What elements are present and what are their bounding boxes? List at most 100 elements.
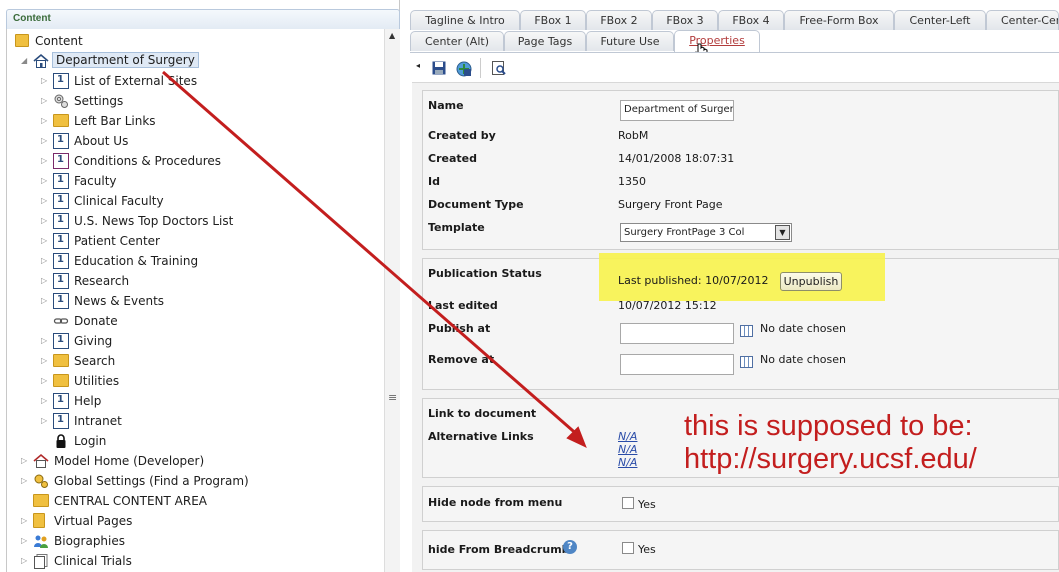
chevron-down-icon[interactable]: ▼ [775, 225, 790, 240]
created-value: 14/01/2008 18:07:31 [618, 152, 735, 165]
tree-node-conditions-procedures[interactable]: ▷ Conditions & Procedures [41, 151, 361, 171]
publish-at-input[interactable] [620, 323, 734, 344]
tab-center-center[interactable]: Center-Cen [986, 10, 1059, 30]
save-icon[interactable] [432, 61, 446, 75]
tree-node-model-home[interactable]: ▷ Model Home (Developer) [21, 451, 361, 471]
hide-from-menu-checkbox[interactable] [622, 497, 634, 509]
tab-center-left[interactable]: Center-Left [894, 10, 986, 30]
tree-node-help[interactable]: ▷ Help [41, 391, 361, 411]
tree-node-label: Conditions & Procedures [74, 154, 222, 168]
tree-node-patient-center[interactable]: ▷ Patient Center [41, 231, 361, 251]
tab-free-form-box[interactable]: Free-Form Box [784, 10, 894, 30]
tree-node-label: Intranet [74, 414, 122, 428]
tab-fbox-4[interactable]: FBox 4 [718, 10, 784, 30]
document-icon [53, 173, 69, 189]
tab-fbox-2[interactable]: FBox 2 [586, 10, 652, 30]
editor-toolbar: ◂ [410, 52, 1059, 82]
tree-node-login[interactable]: Login [41, 431, 361, 451]
hide-from-breadcrumb-yes-label: Yes [638, 543, 656, 556]
expand-arrow-icon[interactable]: ▷ [41, 276, 49, 286]
alternative-link[interactable]: N/A [618, 456, 637, 469]
tree-node-label: Department of Surgery [52, 52, 199, 68]
tree-node-settings[interactable]: ▷ Settings [41, 91, 361, 111]
tab-fbox-1[interactable]: FBox 1 [520, 10, 586, 30]
tree-node-department-of-surgery[interactable]: ◢ Department of Surgery [21, 51, 321, 71]
tree-node-education-training[interactable]: ▷ Education & Training [41, 251, 361, 271]
tab-center-alt[interactable]: Center (Alt) [410, 31, 504, 51]
expand-arrow-icon[interactable]: ▷ [41, 76, 49, 86]
tree-node-label: Login [74, 434, 107, 448]
tab-page-tags[interactable]: Page Tags [504, 31, 586, 51]
expand-arrow-icon[interactable]: ▷ [21, 536, 29, 546]
tree-node-list-of-external-sites[interactable]: ▷ List of External Sites [41, 71, 361, 91]
expand-arrow-icon[interactable]: ▷ [41, 296, 49, 306]
save-and-publish-icon[interactable] [456, 61, 472, 77]
expand-arrow-icon[interactable]: ▷ [41, 176, 49, 186]
tree-node-intranet[interactable]: ▷ Intranet [41, 411, 361, 431]
unpublish-button[interactable]: Unpublish [780, 272, 842, 291]
hide-from-breadcrumb-checkbox[interactable] [622, 542, 634, 554]
tree-node-news-events[interactable]: ▷ News & Events [41, 291, 361, 311]
tree-node-biographies[interactable]: ▷ Biographies [21, 531, 361, 551]
document-icon [53, 333, 69, 349]
scroll-grip-icon[interactable]: ≡ [388, 391, 397, 404]
publish-at-value: No date chosen [760, 322, 846, 335]
tree-node-about-us[interactable]: ▷ About Us [41, 131, 361, 151]
tree-node-virtual-pages[interactable]: ▷ Virtual Pages [21, 511, 361, 531]
expand-arrow-icon[interactable]: ▷ [41, 216, 49, 226]
expand-arrow-icon[interactable]: ▷ [21, 516, 29, 526]
expand-arrow-icon[interactable]: ▷ [41, 136, 49, 146]
tree-node-central-content-area[interactable]: CENTRAL CONTENT AREA [21, 491, 361, 511]
calendar-icon[interactable] [740, 356, 753, 368]
expand-arrow-icon[interactable]: ▷ [41, 376, 49, 386]
template-label: Template [428, 221, 485, 234]
tab-properties[interactable]: Properties [674, 30, 760, 52]
preview-icon[interactable] [492, 61, 506, 75]
tree-node-faculty[interactable]: ▷ Faculty [41, 171, 361, 191]
expand-arrow-icon[interactable]: ▷ [21, 556, 29, 566]
tab-tagline-intro[interactable]: Tagline & Intro [410, 10, 520, 30]
tree-node-research[interactable]: ▷ Research [41, 271, 361, 291]
calendar-icon[interactable] [740, 325, 753, 337]
expand-arrow-icon[interactable]: ▷ [41, 396, 49, 406]
collapse-arrow-icon[interactable]: ◢ [21, 56, 29, 66]
tree-node-left-bar-links[interactable]: ▷ Left Bar Links [41, 111, 361, 131]
expand-arrow-icon[interactable]: ▷ [41, 356, 49, 366]
scroll-up-arrow-icon[interactable]: ▲ [389, 31, 395, 40]
expand-arrow-icon[interactable]: ▷ [41, 336, 49, 346]
folder-icon [33, 494, 49, 507]
tab-fbox-3[interactable]: FBox 3 [652, 10, 718, 30]
annotation-line-2: http://surgery.ucsf.edu/ [684, 443, 977, 475]
expand-arrow-icon[interactable]: ▷ [41, 156, 49, 166]
tree-node-utilities[interactable]: ▷ Utilities [41, 371, 361, 391]
tree-node-clinical-faculty[interactable]: ▷ Clinical Faculty [41, 191, 361, 211]
expand-arrow-icon[interactable]: ▷ [41, 116, 49, 126]
hide-breadcrumb-section: hide From Breadcrumb ? Yes [422, 530, 1059, 570]
name-input[interactable]: Department of Surger [620, 100, 734, 121]
expand-arrow-icon[interactable]: ▷ [41, 96, 49, 106]
tree-node-label: Left Bar Links [74, 114, 156, 128]
expand-arrow-icon[interactable]: ▷ [41, 256, 49, 266]
expand-arrow-icon[interactable]: ▷ [21, 456, 29, 466]
template-select[interactable]: Surgery FrontPage 3 Col ▼ [620, 223, 792, 242]
tree-node-search[interactable]: ▷ Search [41, 351, 361, 371]
tree-node-us-news-top-doctors[interactable]: ▷ U.S. News Top Doctors List [41, 211, 361, 231]
help-icon[interactable]: ? [563, 540, 577, 554]
expand-arrow-icon[interactable]: ▷ [41, 236, 49, 246]
tree-node-content[interactable]: Content [11, 31, 311, 51]
tree-node-global-settings[interactable]: ▷ Global Settings (Find a Program) [21, 471, 361, 491]
alternative-link[interactable]: N/A [618, 443, 637, 456]
tree-node-giving[interactable]: ▷ Giving [41, 331, 361, 351]
tab-future-use[interactable]: Future Use [586, 31, 674, 51]
expand-arrow-icon[interactable]: ▷ [41, 196, 49, 206]
tree-scrollbar[interactable]: ▲ ≡ [384, 29, 400, 572]
toolbar-collapse-icon[interactable]: ◂ [416, 61, 420, 70]
remove-at-input[interactable] [620, 354, 734, 375]
tree-node-donate[interactable]: Donate [41, 311, 361, 331]
expand-arrow-icon[interactable]: ▷ [21, 476, 29, 486]
tree-node-label: Education & Training [74, 254, 199, 268]
expand-arrow-icon[interactable]: ▷ [41, 416, 49, 426]
created-by-value: RobM [618, 129, 649, 142]
tree-node-clinical-trials[interactable]: ▷ Clinical Trials [21, 551, 361, 571]
alternative-link[interactable]: N/A [618, 430, 637, 443]
